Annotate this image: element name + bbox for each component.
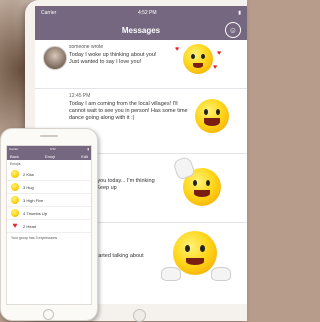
carrier-label: Carrier [41,10,57,16]
list-item-label: 3 Hug [23,184,34,190]
avatar [43,46,67,70]
back-button[interactable]: Back [10,154,19,159]
edit-button[interactable]: Edit [81,154,88,159]
battery-icon: ▮ [238,10,241,16]
hand-icon [161,267,181,281]
hug-emoji-icon [11,183,19,191]
clock: 4:52 PM [137,10,157,16]
happy-emoji [173,231,217,275]
footer-note: Your group has 3 expressions [11,236,58,240]
kiss-emoji-icon [11,170,19,178]
ipad-home-button[interactable] [133,309,146,322]
carrier-label: Carrier [9,147,19,151]
high-five-emoji-icon [11,196,19,204]
battery-icon: ▮ [87,147,89,151]
list-item[interactable]: 2 Kiss [7,168,91,181]
page-title: Messages [121,25,161,35]
ipad-nav-bar: Messages ☺ [35,20,247,40]
heart-icon: ♥ [217,50,222,57]
message-item[interactable]: someone wrote Today I woke up thinking a… [35,40,247,89]
message-sender: someone wrote [69,44,104,50]
love-emoji [183,44,213,74]
list-item-label: 2 Heart [23,223,37,229]
list-item[interactable]: ♥ 2 Heart [7,220,91,233]
ipad-status-bar: Carrier 4:52 PM ▮ [35,6,247,20]
section-header: Emojis [10,162,21,166]
heart-icon: ♥ [175,46,180,53]
clock: 4:52 [49,147,56,151]
iphone-screen: Carrier 4:52 ▮ Back Emoji Edit Emojis 2 … [6,145,92,305]
message-body: Today I am coming from the local village… [69,101,188,121]
list-item[interactable]: 3 Hug [7,181,91,194]
iphone-device: Carrier 4:52 ▮ Back Emoji Edit Emojis 2 … [0,128,98,321]
iphone-home-button[interactable] [43,309,54,320]
heart-icon: ♥ [12,221,18,230]
list-item[interactable]: 3 High Five [7,194,91,207]
grinning-emoji [195,99,229,133]
hand-icon [211,267,231,281]
list-item-label: 2 Kiss [23,171,34,177]
list-item-label: 3 High Five [23,197,44,203]
iphone-nav-bar: Back Emoji Edit [7,152,91,160]
app-logo-icon[interactable]: ☺ [225,22,241,38]
page-title: Emoji [44,153,55,159]
speaker-grille [40,135,58,137]
message-time: 12:45 PM [69,93,91,99]
message-body: Today I woke up thinking about you! Just… [69,52,157,65]
heart-icon: ♥ [213,64,218,71]
list-item-label: 4 Thumbs Up [23,210,47,216]
thumbs-up-emoji-icon [11,209,19,217]
list-item[interactable]: 4 Thumbs Up [7,207,91,220]
